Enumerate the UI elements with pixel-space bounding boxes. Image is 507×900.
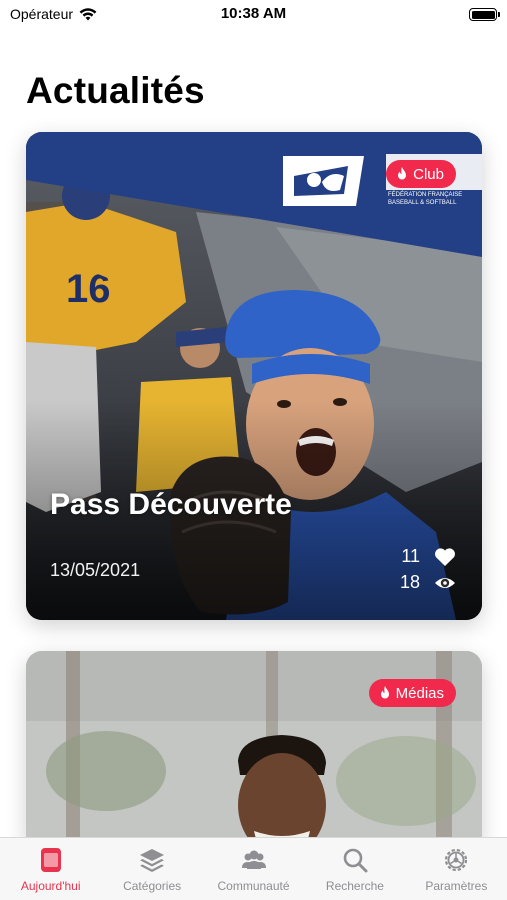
tab-search[interactable]: Recherche <box>304 838 405 900</box>
layers-icon <box>140 849 165 872</box>
tab-bar: Aujourd'hui Catégories Communauté Recher… <box>0 837 507 900</box>
tab-label: Paramètres <box>425 879 488 893</box>
views-stat: 18 <box>400 572 456 593</box>
news-card[interactable]: Médias <box>26 651 482 851</box>
gear-icon <box>445 848 468 872</box>
category-badge[interactable]: Médias <box>368 679 456 707</box>
tab-settings[interactable]: Paramètres <box>406 838 507 900</box>
tab-label: Catégories <box>123 879 182 893</box>
views-count: 18 <box>399 572 420 592</box>
flame-icon <box>380 686 389 699</box>
flame-icon <box>398 167 407 180</box>
community-icon <box>241 850 266 869</box>
badge-label: Club <box>413 165 444 183</box>
category-badge[interactable]: Club <box>386 160 456 188</box>
tab-label: Recherche <box>325 879 384 893</box>
heart-icon <box>435 547 455 566</box>
search-icon <box>343 848 368 873</box>
battery-icon <box>469 8 500 21</box>
likes-count: 11 <box>401 546 420 566</box>
eye-icon <box>435 577 455 588</box>
today-icon <box>40 848 61 872</box>
tab-today[interactable]: Aujourd'hui <box>0 838 101 900</box>
news-card[interactable]: 16 FÉDÉRATION FRANÇAISE BASEBALL & SOFTB… <box>26 132 482 620</box>
badge-label: Médias <box>395 684 444 702</box>
status-time: 10:38 AM <box>220 5 287 22</box>
tab-label: Communauté <box>217 879 290 893</box>
card-date: 13/05/2021 <box>50 560 141 580</box>
tab-community[interactable]: Communauté <box>203 838 304 900</box>
page-title: Actualités <box>26 70 205 111</box>
likes-stat[interactable]: 11 <box>401 546 456 567</box>
card-title: Pass Découverte <box>50 488 292 521</box>
tab-label: Aujourd'hui <box>20 879 81 893</box>
tab-categories[interactable]: Catégories <box>101 838 202 900</box>
status-bar: Opérateur 10:38 AM <box>0 0 507 30</box>
